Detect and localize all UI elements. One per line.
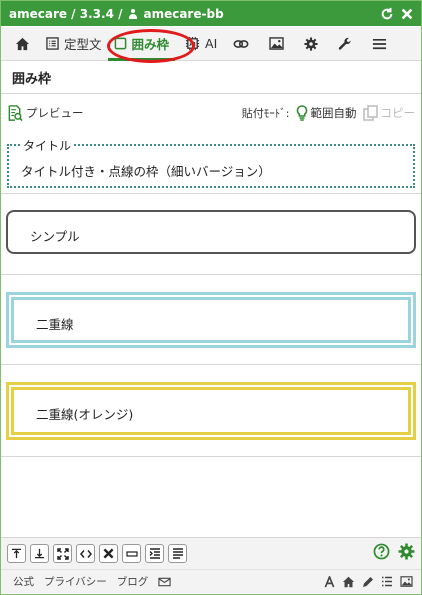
ai-chip-icon: AI [185, 36, 200, 51]
dotted-frame-text: タイトル付き・点線の枠（細いバージョン） [21, 164, 271, 179]
close-icon[interactable] [399, 6, 415, 22]
bottom-toolbar [1, 537, 421, 569]
tab-kakomi-label: 囲み枠 [131, 37, 170, 52]
justify-icon [172, 548, 183, 559]
hr-button[interactable] [122, 544, 141, 563]
list-icon [46, 37, 59, 50]
footer-home-icon[interactable] [342, 576, 355, 588]
image-icon [269, 37, 284, 50]
delete-button[interactable] [99, 544, 118, 563]
tab-ai-label: AI [205, 36, 218, 51]
help-icon[interactable] [373, 543, 390, 564]
tab-menu[interactable] [362, 27, 397, 61]
user-name: amecare-bb [143, 6, 224, 21]
hamburger-icon [373, 38, 387, 49]
tab-bar: 定型文 囲み枠 AI AI [1, 27, 421, 61]
indent-button[interactable] [145, 544, 164, 563]
refresh-icon[interactable] [379, 6, 395, 22]
expand-button[interactable] [53, 544, 72, 563]
home-icon [15, 37, 30, 50]
code-button[interactable] [76, 544, 95, 563]
tab-teikei-label: 定型文 [64, 37, 102, 52]
footer-link-official[interactable]: 公式 [13, 574, 34, 589]
dotted-frame-sample[interactable]: タイトル タイトル付き・点線の枠（細いバージョン） [7, 137, 415, 188]
copy-label: コピー [380, 106, 416, 120]
footer-link-privacy[interactable]: プライバシー [44, 574, 107, 589]
title-bar: amecare / 3.3.4 / amecare-bb [1, 1, 421, 26]
tab-home[interactable] [5, 27, 40, 61]
copy-button[interactable]: コピー [362, 105, 416, 121]
double-frame-text: 二重線 [36, 317, 74, 332]
tab-link[interactable] [223, 27, 259, 61]
align-top-button[interactable] [7, 544, 26, 563]
delete-icon [103, 548, 114, 559]
double-orange-frame-text: 二重線(オレンジ) [36, 407, 134, 422]
hr-icon [125, 550, 138, 557]
font-icon[interactable] [324, 575, 335, 588]
double-orange-frame-sample[interactable]: 二重線(オレンジ) [6, 382, 416, 440]
preview-label: プレビュー [26, 106, 84, 120]
lightbulb-icon [296, 105, 307, 121]
link-icon [233, 39, 249, 48]
indent-icon [149, 548, 160, 559]
copy-icon [362, 105, 378, 121]
align-bottom-button[interactable] [30, 544, 49, 563]
tab-kakomi[interactable]: 囲み枠 [107, 27, 176, 61]
simple-frame-text: シンプル [30, 229, 80, 244]
footer: 公式 プライバシー ブログ [1, 569, 421, 593]
dotted-frame-legend: タイトル [21, 137, 74, 154]
paste-mode-label: 貼付ﾓｰﾄﾞ: [241, 107, 290, 120]
settings-gear-icon[interactable] [398, 543, 415, 564]
range-auto-button[interactable]: 範囲自動 [296, 105, 357, 121]
tab-teikei[interactable]: 定型文 [40, 27, 108, 61]
footer-list-icon[interactable] [381, 576, 393, 587]
justify-button[interactable] [168, 544, 187, 563]
sample-dotted: タイトル タイトル付き・点線の枠（細いバージョン） [1, 130, 421, 194]
divider [1, 93, 421, 94]
gear-icon [304, 36, 318, 51]
tab-image[interactable] [259, 27, 294, 61]
preview-icon [8, 104, 23, 121]
code-icon [79, 549, 92, 558]
tab-tools[interactable] [328, 27, 362, 61]
tab-ai[interactable]: AI AI [179, 27, 223, 61]
section-title: 囲み枠 [12, 72, 52, 87]
sample-double-orange: 二重線(オレンジ) [1, 365, 421, 457]
app-title: amecare / 3.3.4 / [9, 6, 123, 21]
footer-link-blog[interactable]: ブログ [117, 574, 149, 589]
user-icon [128, 8, 138, 19]
range-auto-label: 範囲自動 [310, 106, 357, 120]
svg-text:AI: AI [189, 42, 195, 48]
tab-settings[interactable] [294, 27, 328, 61]
wrench-icon [339, 37, 351, 50]
align-bottom-icon [34, 548, 45, 559]
mail-icon[interactable] [158, 577, 171, 587]
sample-double: 二重線 [1, 275, 421, 365]
double-frame-sample[interactable]: 二重線 [6, 292, 416, 348]
action-row: プレビュー 貼付ﾓｰﾄﾞ: 範囲自動 コピー [1, 100, 421, 126]
expand-icon [56, 547, 69, 560]
pen-icon[interactable] [362, 576, 374, 588]
preview-button[interactable]: プレビュー [7, 104, 84, 122]
simple-frame-sample[interactable]: シンプル [6, 210, 416, 254]
square-icon [114, 37, 126, 50]
align-top-icon [11, 548, 22, 559]
sample-simple: シンプル [1, 200, 421, 275]
footer-image-icon[interactable] [400, 576, 413, 587]
